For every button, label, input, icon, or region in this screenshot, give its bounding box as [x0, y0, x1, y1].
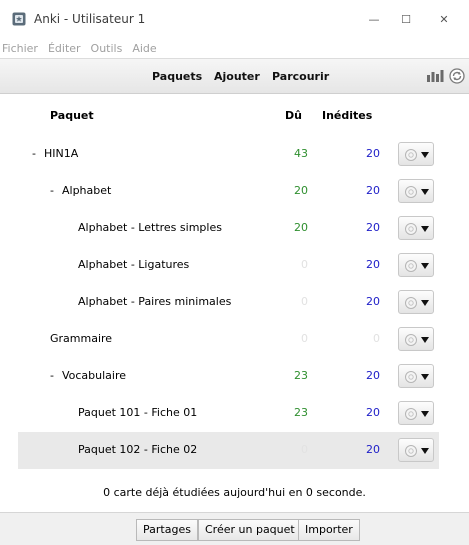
- new-count: 20: [366, 406, 380, 419]
- close-button[interactable]: ✕: [432, 8, 456, 30]
- sync-icon[interactable]: [449, 68, 465, 84]
- deck-options-button[interactable]: [398, 438, 434, 462]
- collapse-toggle[interactable]: -: [50, 369, 54, 382]
- import-button[interactable]: Importer: [298, 519, 360, 541]
- new-count: 20: [366, 221, 380, 234]
- bottom-bar: Partages Créer un paquet Importer: [0, 512, 469, 545]
- gear-dropdown-icon: [405, 371, 429, 383]
- deck-row: Alphabet - Lettres simples 20 20: [18, 210, 439, 247]
- deck-name[interactable]: Alphabet - Lettres simples: [78, 221, 222, 234]
- deck-name[interactable]: - Vocabulaire: [50, 369, 126, 382]
- column-header-due: Dû: [285, 109, 302, 122]
- deck-label[interactable]: Paquet 102 - Fiche 02: [78, 443, 197, 456]
- deck-row: Grammaire 0 0: [18, 321, 439, 358]
- close-icon: ✕: [439, 12, 449, 26]
- deck-browser: Paquet Dû Inédites - HIN1A 43 20- Alphabet 20…: [0, 94, 469, 499]
- window-title: Anki - Utilisateur 1: [34, 12, 146, 26]
- deck-options-button[interactable]: [398, 401, 434, 425]
- create-deck-button[interactable]: Créer un paquet: [198, 519, 302, 541]
- column-header-deck: Paquet: [50, 109, 94, 122]
- deck-name[interactable]: - Alphabet: [50, 184, 111, 197]
- gear-dropdown-icon: [405, 334, 429, 346]
- deck-options-button[interactable]: [398, 290, 434, 314]
- deck-label[interactable]: Alphabet: [62, 184, 111, 197]
- add-link[interactable]: Ajouter: [214, 70, 260, 83]
- deck-label[interactable]: HIN1A: [44, 147, 78, 160]
- due-count: 0: [301, 295, 308, 308]
- deck-label[interactable]: Paquet 101 - Fiche 01: [78, 406, 197, 419]
- menu-file[interactable]: Fichier: [0, 42, 43, 55]
- due-count: 23: [294, 369, 308, 382]
- stats-bars-icon[interactable]: [426, 69, 444, 83]
- due-count: 43: [294, 147, 308, 160]
- gear-dropdown-icon: [405, 297, 429, 309]
- menu-help[interactable]: Aide: [127, 42, 161, 55]
- column-header-new: Inédites: [322, 109, 373, 122]
- minimize-button[interactable]: —: [362, 8, 386, 30]
- new-count: 0: [373, 332, 380, 345]
- deck-row: - HIN1A 43 20: [18, 136, 439, 173]
- due-count: 23: [294, 406, 308, 419]
- deck-name[interactable]: Paquet 102 - Fiche 02: [78, 443, 197, 456]
- due-count: 0: [301, 443, 308, 456]
- deck-name[interactable]: Alphabet - Paires minimales: [78, 295, 231, 308]
- gear-dropdown-icon: [405, 223, 429, 235]
- deck-row: Paquet 101 - Fiche 01 23 20: [18, 395, 439, 432]
- menu-bar: Fichier Éditer Outils Aide: [0, 38, 469, 58]
- shared-decks-button[interactable]: Partages: [136, 519, 198, 541]
- due-count: 0: [301, 332, 308, 345]
- due-count: 20: [294, 184, 308, 197]
- browse-link[interactable]: Parcourir: [272, 70, 329, 83]
- due-count: 20: [294, 221, 308, 234]
- anki-app-icon: [12, 12, 26, 26]
- gear-dropdown-icon: [405, 445, 429, 457]
- menu-tools[interactable]: Outils: [86, 42, 128, 55]
- top-toolbar: Paquets Ajouter Parcourir: [0, 58, 469, 94]
- deck-row: Alphabet - Ligatures 0 20: [18, 247, 439, 284]
- decks-link[interactable]: Paquets: [152, 70, 202, 83]
- new-count: 20: [366, 184, 380, 197]
- maximize-icon: ☐: [401, 12, 411, 26]
- deck-options-button[interactable]: [398, 253, 434, 277]
- gear-dropdown-icon: [405, 408, 429, 420]
- collapse-toggle[interactable]: -: [32, 147, 36, 160]
- deck-row: Alphabet - Paires minimales 0 20: [18, 284, 439, 321]
- gear-dropdown-icon: [405, 186, 429, 198]
- deck-name[interactable]: Grammaire: [50, 332, 112, 345]
- menu-edit[interactable]: Éditer: [43, 42, 86, 55]
- minimize-icon: —: [368, 12, 380, 26]
- new-count: 20: [366, 258, 380, 271]
- deck-name[interactable]: Paquet 101 - Fiche 01: [78, 406, 197, 419]
- new-count: 20: [366, 295, 380, 308]
- deck-label[interactable]: Alphabet - Paires minimales: [78, 295, 231, 308]
- new-count: 20: [366, 147, 380, 160]
- gear-dropdown-icon: [405, 260, 429, 272]
- title-bar: Anki - Utilisateur 1 — ☐ ✕: [0, 0, 469, 38]
- deck-options-button[interactable]: [398, 327, 434, 351]
- deck-row: - Vocabulaire 23 20: [18, 358, 439, 395]
- maximize-button[interactable]: ☐: [394, 8, 418, 30]
- deck-options-button[interactable]: [398, 179, 434, 203]
- deck-options-button[interactable]: [398, 364, 434, 388]
- new-count: 20: [366, 369, 380, 382]
- collapse-toggle[interactable]: -: [50, 184, 54, 197]
- deck-options-button[interactable]: [398, 142, 434, 166]
- deck-label[interactable]: Alphabet - Ligatures: [78, 258, 189, 271]
- deck-name[interactable]: - HIN1A: [32, 147, 78, 160]
- deck-options-button[interactable]: [398, 216, 434, 240]
- new-count: 20: [366, 443, 380, 456]
- deck-label[interactable]: Vocabulaire: [62, 369, 126, 382]
- deck-name[interactable]: Alphabet - Ligatures: [78, 258, 189, 271]
- deck-label[interactable]: Alphabet - Lettres simples: [78, 221, 222, 234]
- gear-dropdown-icon: [405, 149, 429, 161]
- deck-row: Paquet 102 - Fiche 02 0 20: [18, 432, 439, 469]
- deck-label[interactable]: Grammaire: [50, 332, 112, 345]
- studied-today-text: 0 carte déjà étudiées aujourd'hui en 0 s…: [103, 486, 366, 499]
- due-count: 0: [301, 258, 308, 271]
- deck-row: - Alphabet 20 20: [18, 173, 439, 210]
